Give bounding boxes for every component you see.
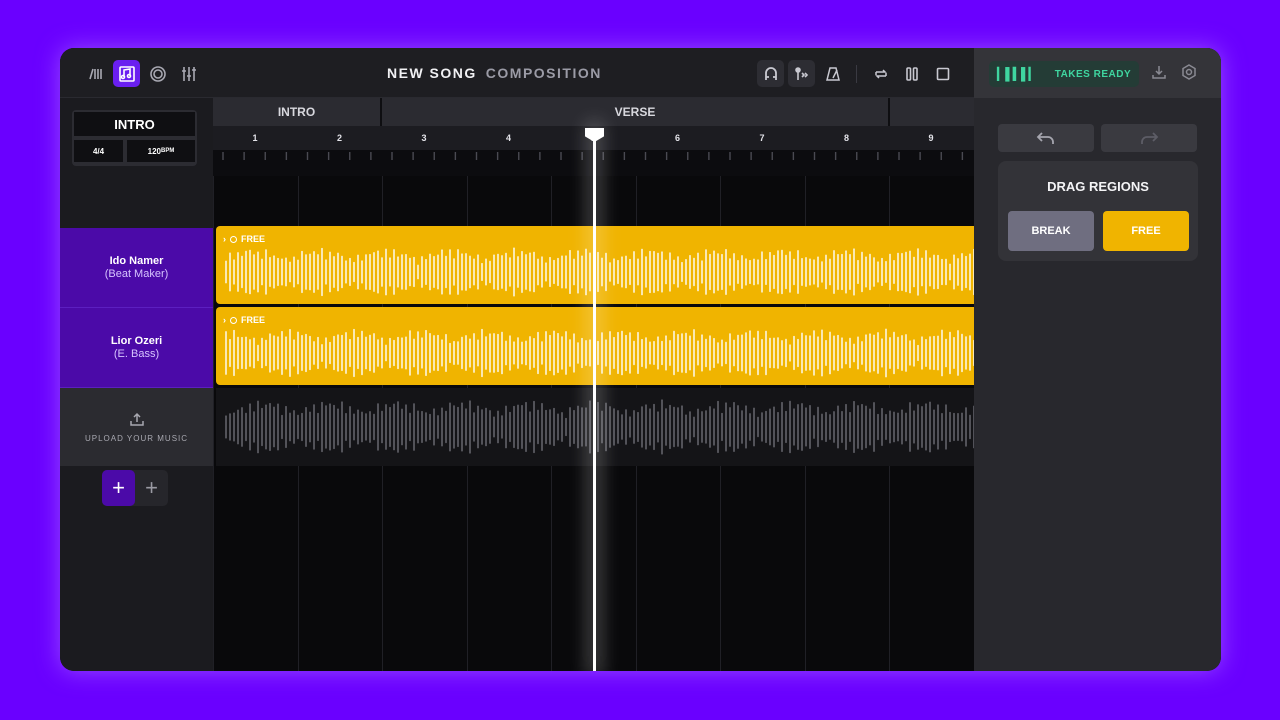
add-section-button[interactable]: + — [135, 470, 168, 506]
page-title: NEW SONG COMPOSITION — [387, 65, 602, 81]
undo-icon — [1036, 132, 1054, 144]
section-row: INTRO VERSE — [213, 98, 974, 126]
section-name: INTRO — [74, 112, 195, 136]
drag-regions-card: DRAG REGIONS BREAK FREE — [998, 161, 1198, 261]
tracks-icon[interactable] — [82, 60, 109, 87]
bar-number[interactable]: 1 — [213, 126, 297, 150]
redo-button[interactable] — [1101, 124, 1197, 152]
section-info[interactable]: INTRO 4/4 120 BPM — [72, 110, 197, 166]
track-role: (Beat Maker) — [104, 268, 169, 280]
view-switcher — [82, 60, 202, 87]
waveform — [225, 247, 974, 297]
undo-button[interactable] — [998, 124, 1094, 152]
settings-icon[interactable] — [1181, 64, 1197, 80]
region-type: FREE — [241, 315, 266, 325]
download-icon[interactable] — [1151, 64, 1167, 80]
bar-number[interactable]: 6 — [636, 126, 720, 150]
takes-status-label: TAKES READY — [1054, 68, 1132, 80]
record-dot-icon — [230, 235, 237, 243]
waveform — [225, 399, 974, 455]
free-region-button[interactable]: FREE — [1103, 211, 1189, 251]
bar-number[interactable]: 7 — [720, 126, 804, 150]
section-verse[interactable]: VERSE — [382, 98, 890, 126]
section-next[interactable] — [890, 98, 974, 126]
stop-icon[interactable] — [929, 60, 956, 87]
chevron-right-icon: › — [223, 315, 226, 325]
pause-icon[interactable] — [898, 60, 925, 87]
waveform — [225, 328, 974, 378]
bar-number[interactable]: 2 — [298, 126, 382, 150]
section-intro[interactable]: INTRO — [213, 98, 382, 126]
tempo-value: 120 — [147, 146, 161, 156]
track-name: Ido Namer — [109, 255, 164, 267]
track-headers-panel: INTRO 4/4 120 BPM Ido Namer (Beat Maker) … — [60, 98, 213, 671]
track-header-2[interactable]: Lior Ozeri (E. Bass) — [60, 308, 213, 388]
view-subtitle: COMPOSITION — [485, 65, 602, 81]
magnet-icon[interactable] — [757, 60, 784, 87]
mixer-icon[interactable] — [175, 60, 202, 87]
tempo-unit: BPM — [161, 148, 175, 154]
bar-number[interactable]: 3 — [382, 126, 466, 150]
drag-regions-title: DRAG REGIONS — [1047, 179, 1149, 194]
track-name: Lior Ozeri — [110, 335, 163, 347]
bar-number[interactable]: 9 — [889, 126, 973, 150]
upload-label: UPLOAD YOUR MUSIC — [84, 433, 189, 443]
bar-number[interactable]: 4 — [467, 126, 551, 150]
toolbar-divider — [856, 64, 857, 83]
track-role: (E. Bass) — [113, 348, 160, 360]
takes-status[interactable]: ▎▌▍▌▎ TAKES READY — [989, 61, 1139, 87]
track-header-1[interactable]: Ido Namer (Beat Maker) — [60, 228, 213, 308]
add-track-group: + + — [102, 470, 168, 506]
upload-music-button[interactable]: UPLOAD YOUR MUSIC — [60, 388, 213, 466]
waveform-icon: ▎▌▍▌▎ — [997, 67, 1038, 81]
chevron-right-icon: › — [223, 234, 226, 244]
record-dot-icon — [230, 316, 237, 324]
daw-window: NEW SONG COMPOSITION ▎▌▍▌▎ TAKES READY D… — [60, 48, 1221, 671]
playhead[interactable] — [593, 128, 596, 671]
top-toolbar: NEW SONG COMPOSITION — [60, 48, 974, 98]
region-label: › FREE — [223, 315, 265, 325]
loop-icon[interactable] — [867, 60, 894, 87]
redo-icon — [1141, 132, 1159, 144]
break-region-button[interactable]: BREAK — [1008, 211, 1094, 251]
bar-divider — [213, 98, 214, 671]
song-title: NEW SONG — [387, 65, 477, 81]
bar-number[interactable]: 8 — [805, 126, 889, 150]
right-panel-header: ▎▌▍▌▎ TAKES READY — [974, 48, 1221, 98]
metronome-icon[interactable] — [819, 60, 846, 87]
region-label: › FREE — [223, 234, 265, 244]
upload-icon — [129, 412, 144, 426]
music-notes-icon[interactable] — [113, 60, 140, 87]
tempo[interactable]: 120 BPM — [127, 140, 195, 162]
add-track-button[interactable]: + — [102, 470, 135, 506]
transport-controls — [757, 60, 956, 87]
right-panel: ▎▌▍▌▎ TAKES READY DRAG REGIONS BREAK FRE… — [974, 48, 1221, 671]
region-type: FREE — [241, 234, 266, 244]
marker-icon[interactable] — [788, 60, 815, 87]
disc-icon[interactable] — [144, 60, 171, 87]
time-signature[interactable]: 4/4 — [74, 140, 123, 162]
timeline[interactable]: INTRO VERSE 123456789 › FREE › FREE — [213, 98, 974, 671]
